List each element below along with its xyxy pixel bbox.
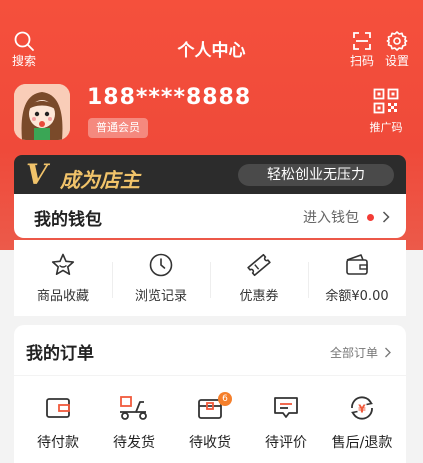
top-bar: 搜索 个人中心 扫码 设置	[0, 0, 423, 72]
wallet-icon	[346, 254, 368, 275]
order-pending-shipment[interactable]: 待发货	[96, 394, 172, 452]
card-icon	[46, 398, 70, 418]
avatar[interactable]	[14, 84, 70, 140]
enter-wallet-label: 进入钱包	[303, 210, 359, 226]
comment-icon	[274, 397, 298, 418]
order-after-sales-refund[interactable]: ¥ 售后/退款	[324, 394, 400, 452]
enter-wallet-link[interactable]: 进入钱包	[303, 207, 390, 227]
gear-icon	[386, 31, 408, 51]
order-pending-payment[interactable]: 待付款	[20, 394, 96, 452]
orders-status-row: 待付款 待发货 6 待收货 待评价 ¥ 售后/退款	[14, 376, 406, 463]
order-count-badge: 6	[218, 392, 232, 406]
all-orders-link[interactable]: 全部订单	[330, 344, 392, 361]
delivery-scooter-icon	[120, 396, 147, 420]
quick-action-history[interactable]: 浏览记录	[112, 252, 210, 304]
quick-action-balance[interactable]: 余额¥0.00	[308, 252, 406, 304]
shop-banner-slogan: 轻松创业无压力	[238, 164, 394, 186]
wallet-title: 我的钱包	[34, 210, 102, 230]
orders-header: 我的订单 全部订单	[14, 325, 406, 375]
clock-icon	[149, 253, 173, 277]
quick-action-coupons[interactable]: 优惠券	[210, 252, 308, 304]
scan-icon	[353, 32, 371, 50]
settings-button[interactable]: 设置	[377, 30, 417, 68]
orders-title: 我的订单	[26, 344, 94, 364]
ticket-icon	[247, 253, 271, 277]
order-status-label: 待发货	[113, 435, 155, 451]
wallet-card: 我的钱包 进入钱包	[14, 194, 406, 238]
promo-code-button[interactable]: 推广码	[365, 88, 407, 135]
order-status-label: 待收货	[189, 435, 231, 451]
quick-action-label: 优惠券	[239, 289, 279, 304]
shop-banner-title: 成为店主	[60, 168, 140, 192]
quick-action-label: 余额¥0.00	[325, 289, 389, 304]
promo-code-label: 推广码	[369, 121, 403, 134]
svg-text:¥: ¥	[358, 403, 366, 416]
chevron-right-icon	[385, 347, 391, 358]
scan-button[interactable]: 扫码	[342, 30, 382, 68]
user-phone: 188****8888	[87, 85, 252, 110]
order-status-label: 待付款	[37, 435, 79, 451]
qr-code-icon	[373, 88, 399, 114]
scan-label: 扫码	[349, 54, 374, 68]
order-pending-review[interactable]: 待评价	[248, 394, 324, 452]
quick-action-favorites[interactable]: 商品收藏	[14, 252, 112, 304]
become-shop-owner-banner[interactable]: V 成为店主 轻松创业无压力	[14, 155, 406, 195]
order-status-label: 待评价	[265, 435, 307, 451]
quick-action-label: 浏览记录	[134, 289, 187, 304]
shop-logo-letter: V	[26, 158, 48, 191]
quick-action-label: 商品收藏	[36, 289, 89, 304]
avatar-illustration	[14, 84, 70, 140]
order-pending-receipt[interactable]: 6 待收货	[172, 392, 248, 452]
settings-label: 设置	[384, 54, 409, 68]
star-icon	[51, 253, 75, 275]
all-orders-label: 全部订单	[329, 346, 378, 360]
member-level-badge: 普通会员	[88, 118, 148, 138]
quick-actions-row: 商品收藏 浏览记录 优惠券 余额¥0.00	[14, 240, 406, 316]
order-status-label: 售后/退款	[331, 435, 393, 451]
refund-icon: ¥	[351, 396, 373, 420]
chevron-right-icon	[382, 211, 390, 223]
notification-dot	[367, 213, 374, 221]
